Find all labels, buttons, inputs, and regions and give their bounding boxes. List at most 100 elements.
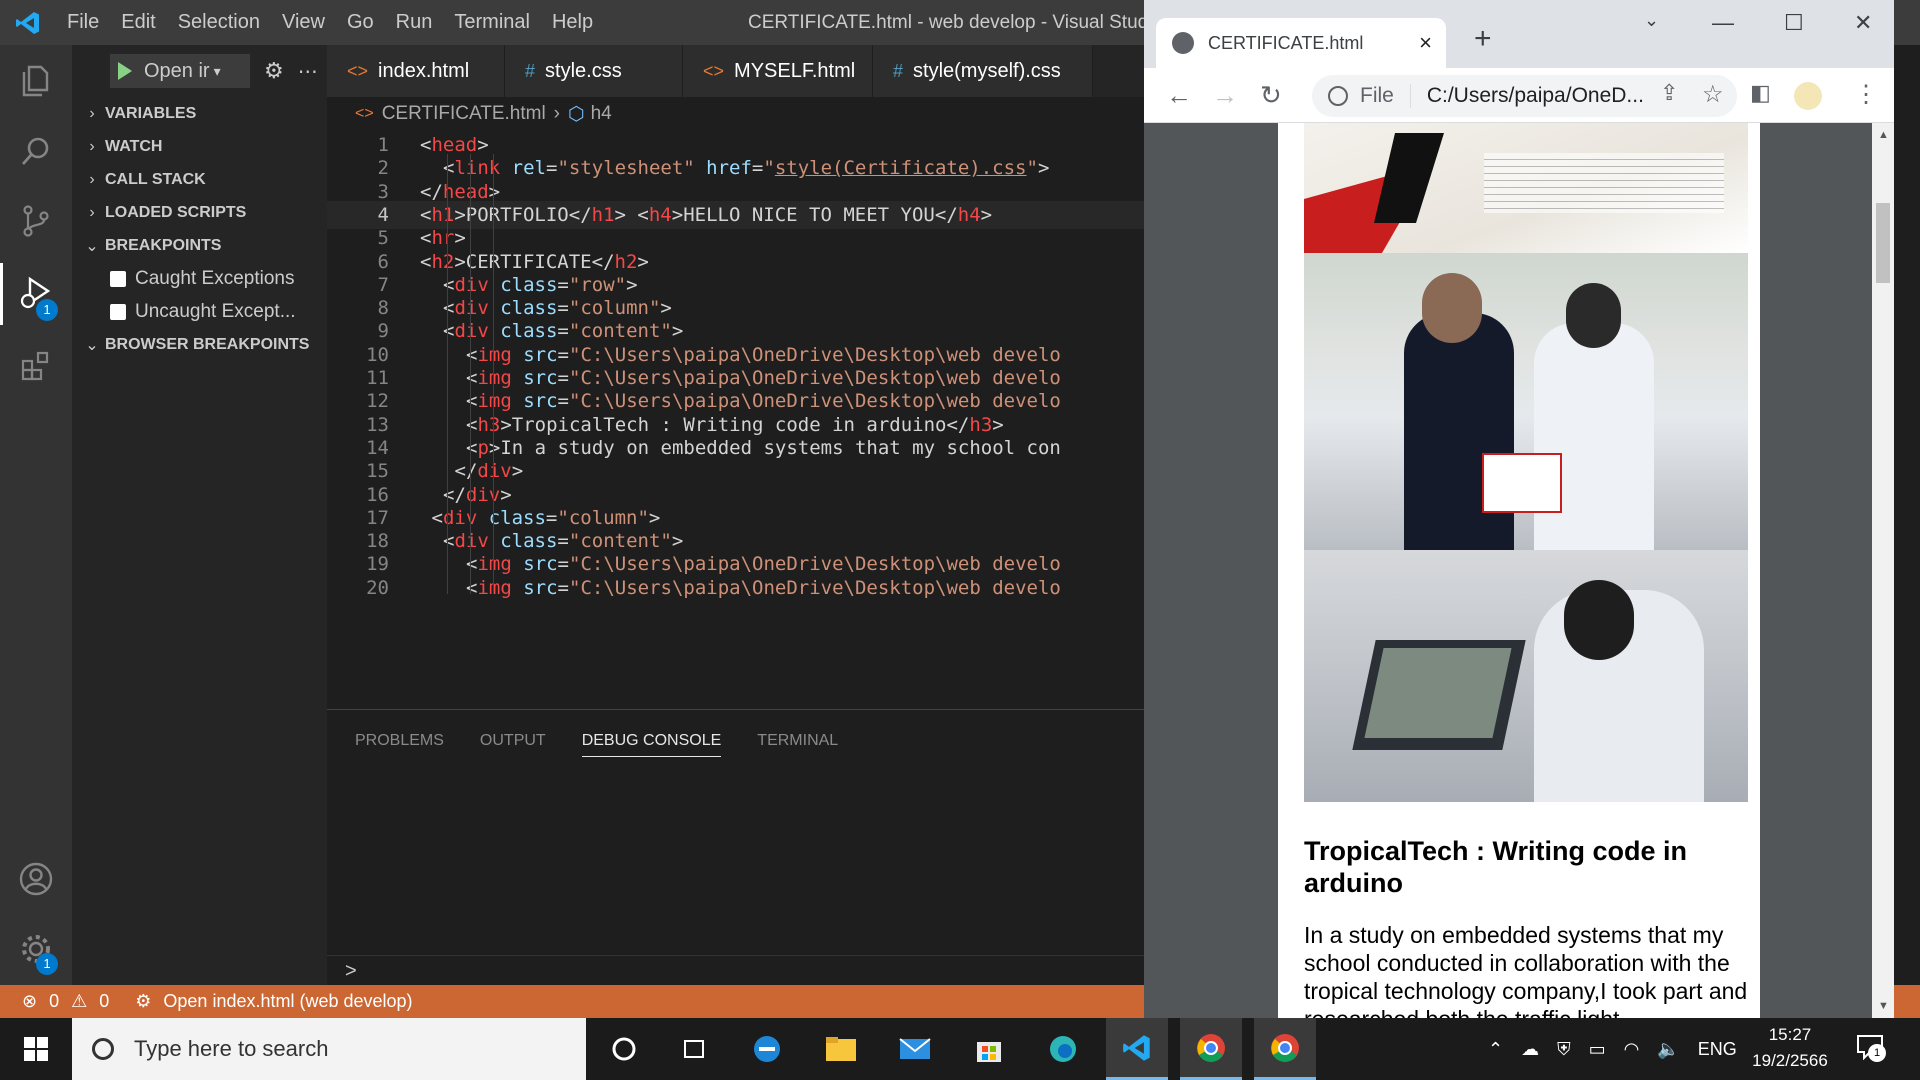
checkbox[interactable] (110, 270, 126, 287)
launch-config-status[interactable]: Open index.html (web develop) (163, 991, 412, 1012)
tab-search-chevron-icon[interactable]: ⌄ (1644, 10, 1659, 31)
code-token: > (500, 413, 512, 436)
taskbar-clock[interactable]: 15:27 19/2/2566 (1740, 1022, 1840, 1074)
source-control-icon[interactable] (12, 197, 60, 245)
launch-config-label: Open ir (144, 59, 210, 82)
share-icon[interactable]: ⇪ (1660, 80, 1678, 106)
side-panel-icon[interactable]: ◧ (1750, 80, 1771, 106)
back-icon[interactable]: ← (1166, 80, 1192, 111)
windows-start-icon[interactable] (0, 1018, 72, 1080)
tab-output[interactable]: OUTPUT (480, 726, 546, 756)
scroll-down-icon[interactable]: ▼ (1878, 1000, 1889, 1012)
account-icon[interactable] (12, 855, 60, 903)
section-call-stack[interactable]: › CALL STACK (72, 163, 327, 196)
code-token: class (500, 273, 558, 296)
start-debugging-button[interactable]: Open ir ▾ (110, 54, 250, 88)
battery-icon[interactable]: ▭ (1589, 1039, 1606, 1060)
profile-avatar[interactable] (1794, 82, 1822, 110)
task-view-icon[interactable] (663, 1018, 725, 1080)
mail-icon[interactable] (884, 1018, 946, 1080)
language-indicator[interactable]: ENG (1698, 1039, 1737, 1060)
more-actions-icon[interactable]: ⋯ (298, 59, 318, 84)
section-watch[interactable]: › WATCH (72, 130, 327, 163)
microsoft-store-icon[interactable] (958, 1018, 1020, 1080)
menu-run[interactable]: Run (385, 0, 444, 45)
close-tab-icon[interactable]: × (1419, 30, 1432, 56)
tab-index-html[interactable]: <> index.html (327, 45, 505, 97)
chevron-down-icon[interactable]: ▾ (214, 63, 221, 80)
section-breakpoints[interactable]: ⌄ BREAKPOINTS (72, 229, 327, 262)
edge-icon[interactable] (1032, 1018, 1094, 1080)
breadcrumb-file[interactable]: CERTIFICATE.html (382, 103, 546, 125)
breadcrumb-symbol[interactable]: h4 (591, 103, 612, 125)
bookmark-star-icon[interactable]: ☆ (1702, 80, 1724, 109)
forward-icon[interactable]: → (1212, 80, 1238, 111)
edge-legacy-icon[interactable] (736, 1018, 798, 1080)
menu-file[interactable]: File (56, 0, 110, 45)
breakpoint-label: Caught Exceptions (135, 267, 295, 289)
wifi-icon[interactable]: ◠ (1624, 1039, 1640, 1060)
code-token: h4 (648, 203, 672, 226)
notification-center-icon[interactable]: 1 (1856, 1034, 1886, 1062)
code-token: "C:\Users\paipa\OneDrive\Desktop\web dev… (569, 576, 1061, 599)
browser-tab[interactable]: CERTIFICATE.html × (1156, 18, 1446, 68)
scroll-thumb[interactable] (1876, 203, 1890, 283)
maximize-icon[interactable]: ☐ (1784, 10, 1804, 36)
info-icon[interactable] (1328, 86, 1348, 106)
tab-myself-html[interactable]: <> MYSELF.html (683, 45, 873, 97)
menu-terminal[interactable]: Terminal (443, 0, 541, 45)
url-text[interactable]: C:/Users/paipa/OneD... (1427, 84, 1644, 108)
error-count[interactable]: 0 (49, 991, 59, 1012)
code-token: > (1037, 157, 1050, 180)
vscode-taskbar-icon[interactable] (1106, 1018, 1168, 1080)
reload-icon[interactable]: ↻ (1260, 80, 1282, 111)
minimize-icon[interactable]: — (1712, 10, 1734, 36)
section-browser-breakpoints[interactable]: ⌄ BROWSER BREAKPOINTS (72, 328, 327, 361)
code-token: < (420, 203, 432, 226)
debug-console-input[interactable]: > (327, 955, 1147, 986)
warning-icon[interactable]: ⚠ (71, 991, 87, 1012)
code-token: "C:\Users\paipa\OneDrive\Desktop\web dev… (569, 553, 1061, 576)
page-scrollbar[interactable]: ▲ ▼ (1872, 123, 1894, 1018)
chrome-menu-icon[interactable]: ⋮ (1854, 80, 1878, 109)
menu-selection[interactable]: Selection (167, 0, 271, 45)
checkbox[interactable] (110, 303, 126, 320)
menu-go[interactable]: Go (336, 0, 385, 45)
tab-debug-console[interactable]: DEBUG CONSOLE (581, 726, 722, 757)
search-icon[interactable] (12, 127, 60, 175)
tab-style-myself-css[interactable]: # style(myself).css (873, 45, 1093, 97)
scroll-up-icon[interactable]: ▲ (1878, 129, 1889, 141)
chrome-taskbar-icon-2[interactable] (1254, 1018, 1316, 1080)
debug-settings-gear-icon[interactable]: ⚙ (264, 58, 284, 84)
tab-terminal[interactable]: TERMINAL (757, 726, 838, 756)
tray-chevron-up-icon[interactable]: ⌃ (1488, 1039, 1503, 1060)
chevron-right-icon: › (89, 203, 95, 221)
close-window-icon[interactable]: ✕ (1854, 10, 1872, 36)
code-editor[interactable]: 1 <head> 2 <link rel="stylesheet" href="sty… (327, 131, 1147, 709)
chrome-taskbar-icon[interactable] (1180, 1018, 1242, 1080)
security-icon[interactable]: ⛨ (1557, 1039, 1571, 1060)
taskbar-search[interactable]: Type here to search (72, 1018, 586, 1080)
menu-edit[interactable]: Edit (110, 0, 166, 45)
new-tab-icon[interactable]: + (1474, 22, 1492, 56)
file-explorer-icon[interactable] (810, 1018, 872, 1080)
tab-problems[interactable]: PROBLEMS (355, 726, 444, 756)
volume-icon[interactable]: 🔈 (1657, 1039, 1679, 1060)
explorer-icon[interactable] (12, 57, 60, 105)
section-loaded-scripts[interactable]: › LOADED SCRIPTS (72, 196, 327, 229)
tab-style-css[interactable]: # style.css (505, 45, 683, 97)
breakpoint-uncaught-exceptions[interactable]: Uncaught Except... (72, 295, 327, 328)
breakpoint-caught-exceptions[interactable]: Caught Exceptions (72, 262, 327, 295)
code-token: div (442, 506, 489, 529)
extensions-icon[interactable] (12, 341, 60, 389)
code-token: class (500, 320, 558, 343)
onedrive-cloud-icon[interactable]: ☁ (1521, 1039, 1539, 1060)
menu-view[interactable]: View (271, 0, 336, 45)
menu-help[interactable]: Help (541, 0, 604, 45)
cortana-icon[interactable] (593, 1018, 655, 1080)
code-token: div (465, 483, 501, 506)
section-variables[interactable]: › VARIABLES (72, 97, 327, 130)
error-icon[interactable]: ⊗ (22, 991, 37, 1012)
warning-count[interactable]: 0 (99, 991, 109, 1012)
code-token: "stylesheet" (557, 157, 707, 180)
